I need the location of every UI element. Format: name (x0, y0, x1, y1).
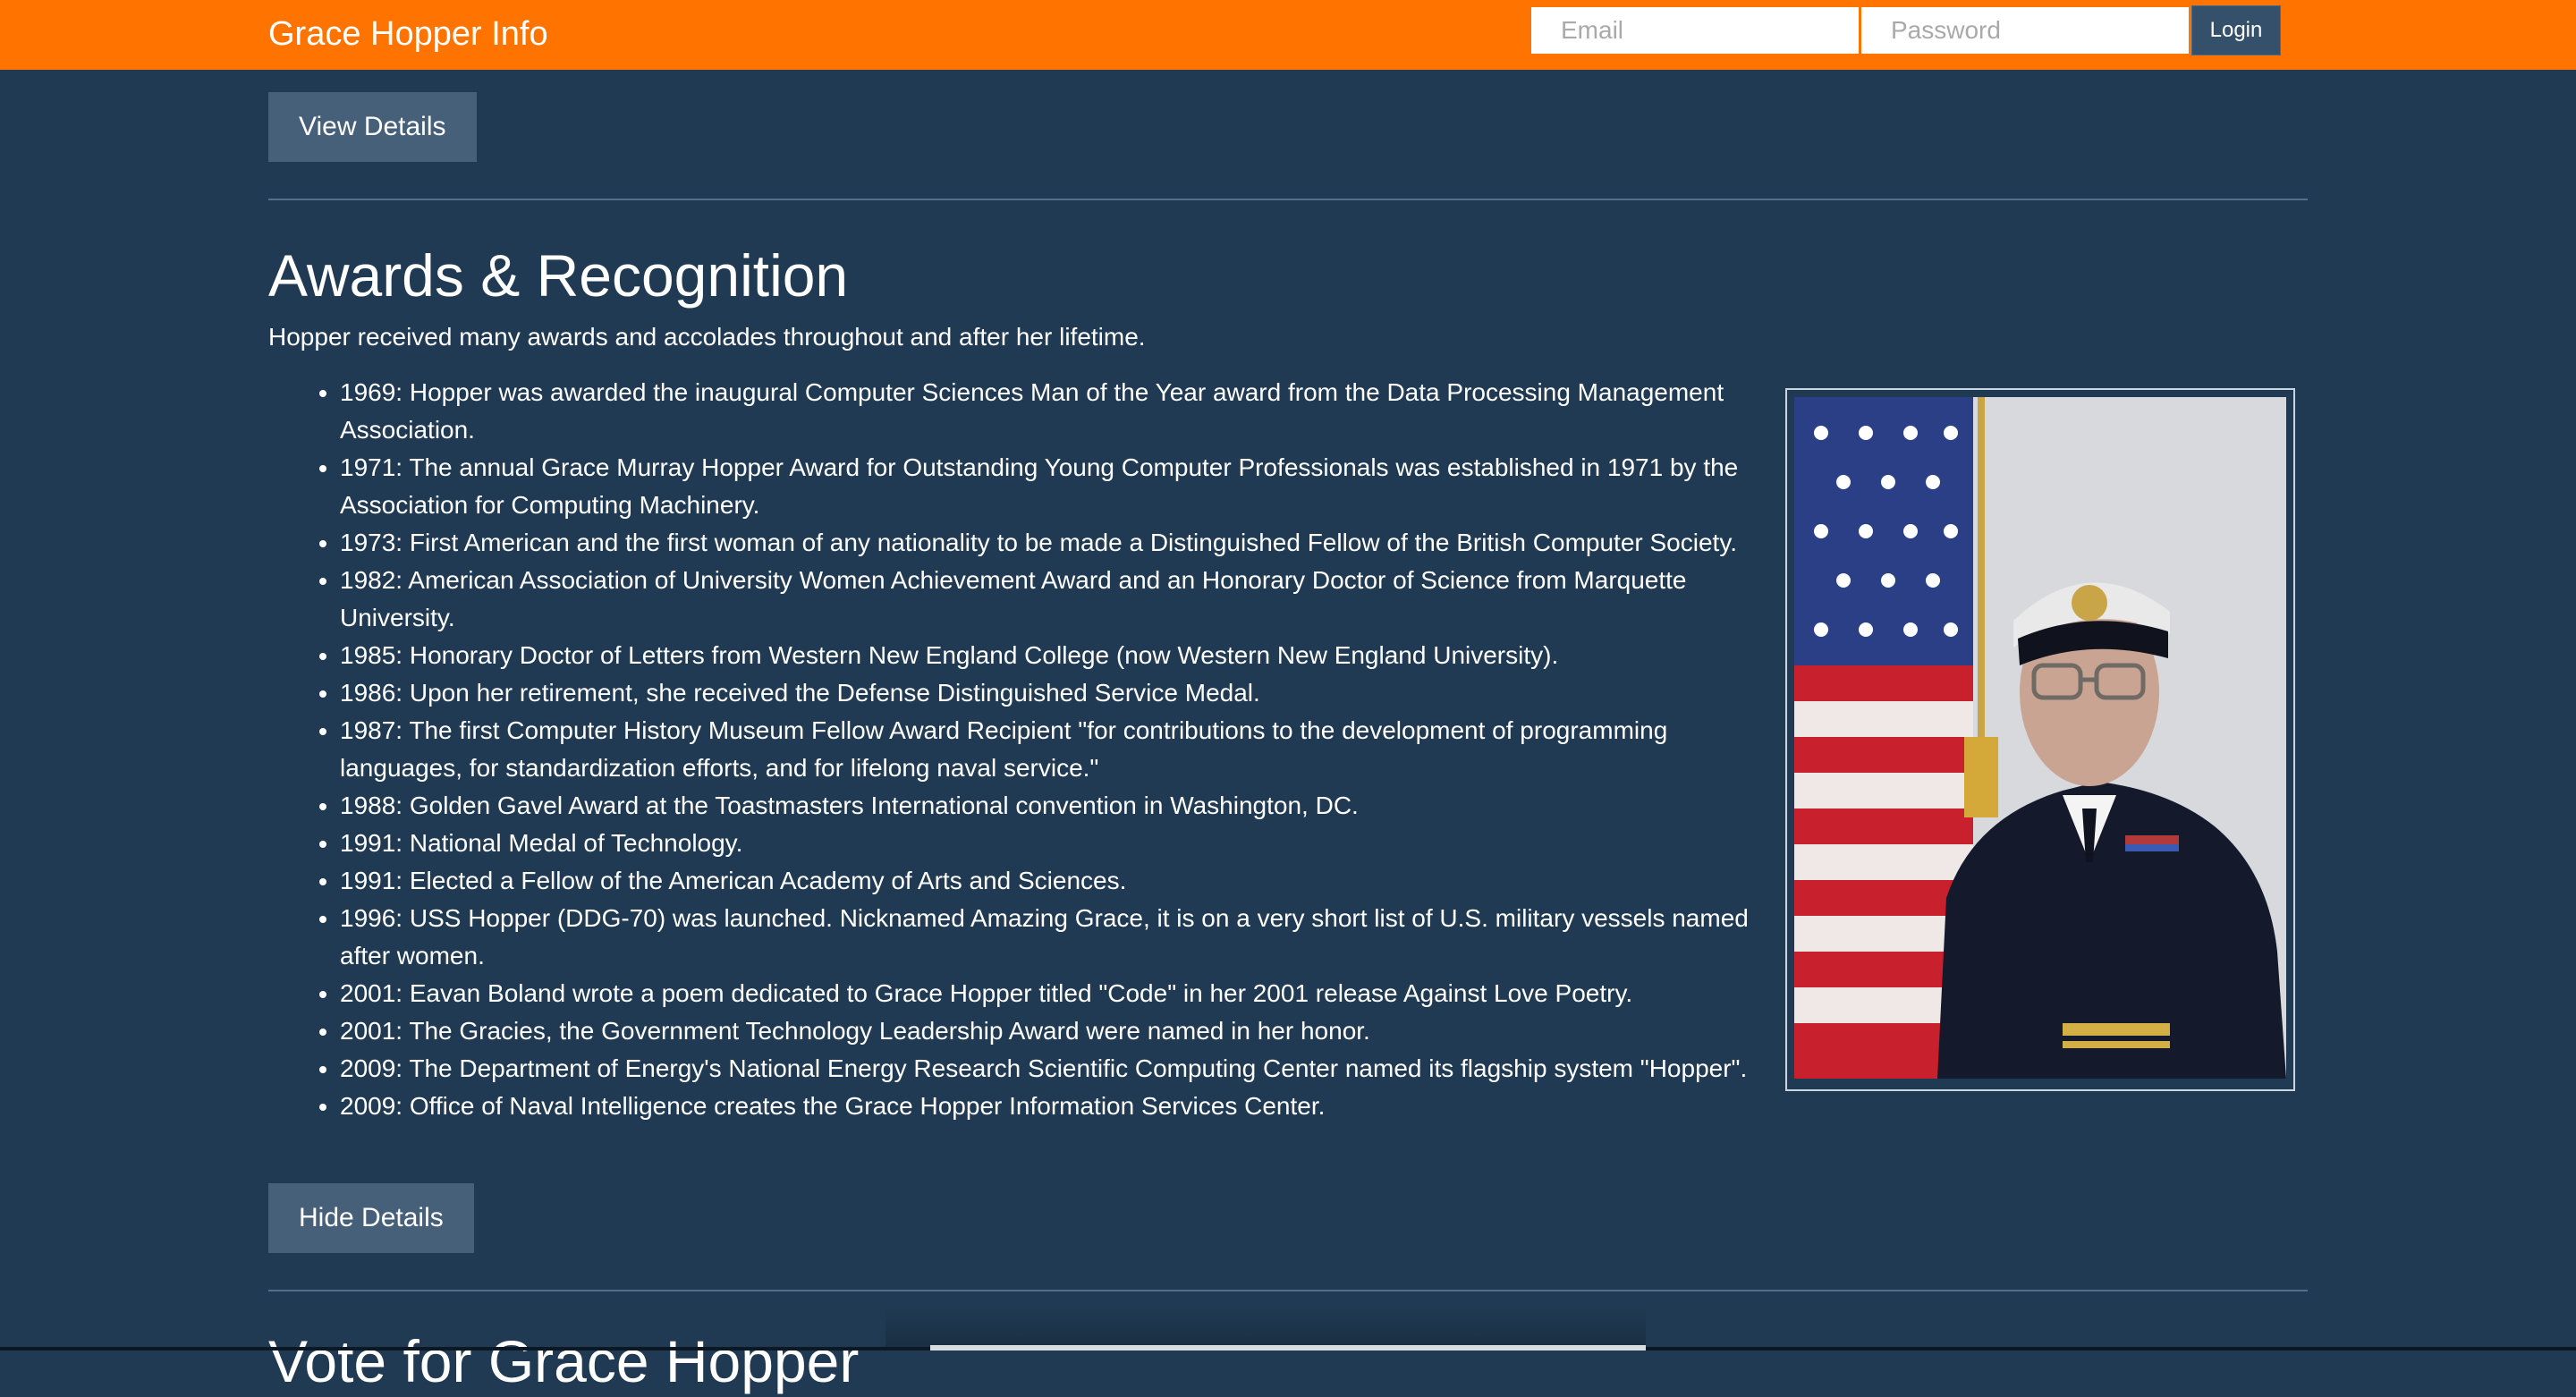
award-list-item: 1986: Upon her retirement, she received … (340, 674, 1789, 712)
award-list-item: 2001: Eavan Boland wrote a poem dedicate… (340, 975, 1789, 1012)
award-list-item: 1982: American Association of University… (340, 562, 1789, 637)
login-button[interactable]: Login (2191, 5, 2281, 55)
awards-intro-text: Hopper received many awards and accolade… (268, 323, 1146, 351)
hide-details-button[interactable]: Hide Details (268, 1183, 474, 1253)
award-list-item: 1991: National Medal of Technology. (340, 825, 1789, 862)
password-input[interactable] (1861, 7, 2189, 54)
award-list-item: 1973: First American and the first woman… (340, 524, 1789, 562)
email-input[interactable] (1531, 7, 1859, 54)
award-list-item: 1985: Honorary Doctor of Letters from We… (340, 637, 1789, 674)
award-list-item: 1987: The first Computer History Museum … (340, 712, 1789, 787)
vote-section-title: Vote for Grace Hopper (268, 1328, 860, 1394)
bottom-popup-edge (930, 1345, 1646, 1350)
award-list-item: 2009: Office of Naval Intelligence creat… (340, 1088, 1789, 1125)
awards-section-title: Awards & Recognition (268, 242, 849, 309)
grace-hopper-portrait (1794, 397, 2286, 1079)
award-list-item: 1969: Hopper was awarded the inaugural C… (340, 374, 1789, 449)
section-divider (268, 1290, 2308, 1291)
award-list-item: 1996: USS Hopper (DDG-70) was launched. … (340, 900, 1789, 975)
award-list-item: 1991: Elected a Fellow of the American A… (340, 862, 1789, 900)
awards-list: 1969: Hopper was awarded the inaugural C… (268, 374, 1789, 1125)
award-list-item: 1971: The annual Grace Murray Hopper Awa… (340, 449, 1789, 524)
award-list-item: 2009: The Department of Energy's Nationa… (340, 1050, 1789, 1088)
section-divider (268, 199, 2308, 200)
portrait-frame (1785, 388, 2295, 1091)
award-list-item: 1988: Golden Gavel Award at the Toastmas… (340, 787, 1789, 825)
brand-link[interactable]: Grace Hopper Info (268, 14, 548, 54)
top-navbar: Grace Hopper Info Login (0, 0, 2576, 70)
bottom-overlay-shadow (886, 1308, 1646, 1350)
award-list-item: 2001: The Gracies, the Government Techno… (340, 1012, 1789, 1050)
view-details-button[interactable]: View Details (268, 92, 477, 162)
